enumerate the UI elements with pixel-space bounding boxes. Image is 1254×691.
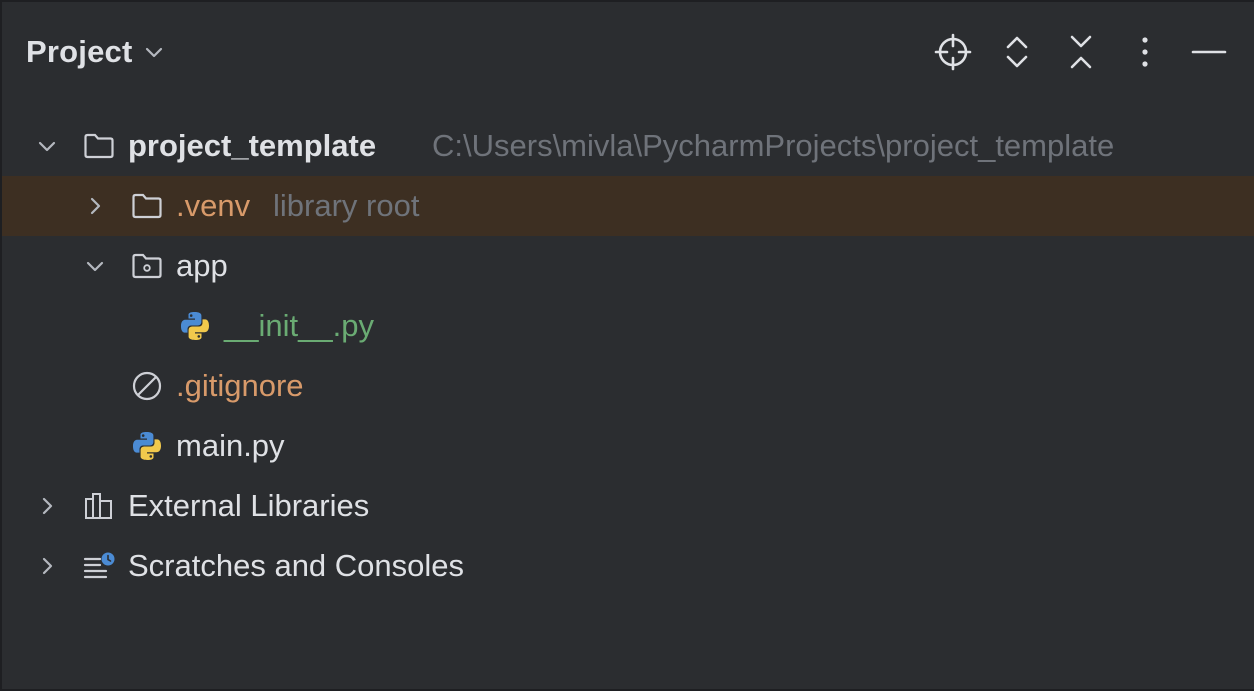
python-file-icon xyxy=(130,429,164,463)
tree-row-gitignore[interactable]: .gitignore xyxy=(2,356,1254,416)
chevron-down-icon[interactable] xyxy=(80,251,110,281)
chevron-right-icon[interactable] xyxy=(80,191,110,221)
tree-row-app[interactable]: app xyxy=(2,236,1254,296)
project-tree: project_template C:\Users\mivla\PycharmP… xyxy=(2,116,1254,596)
package-folder-icon xyxy=(130,249,164,283)
ignored-file-icon xyxy=(130,369,164,403)
panel-toolbar xyxy=(932,28,1230,76)
panel-header: Project xyxy=(2,2,1254,102)
tree-root-name: project_template xyxy=(128,128,377,163)
tree-row-scratches[interactable]: Scratches and Consoles xyxy=(2,536,1254,596)
more-options-icon[interactable] xyxy=(1124,31,1166,73)
expand-all-icon[interactable] xyxy=(996,31,1038,73)
panel-title: Project xyxy=(26,34,133,69)
tree-app-name: app xyxy=(176,248,228,283)
folder-icon xyxy=(130,189,164,223)
tree-row-main[interactable]: main.py xyxy=(2,416,1254,476)
hide-panel-icon[interactable] xyxy=(1188,31,1230,73)
collapse-all-icon[interactable] xyxy=(1060,31,1102,73)
scratches-icon xyxy=(82,549,116,583)
chevron-down-icon[interactable] xyxy=(32,131,62,161)
python-file-icon xyxy=(178,309,212,343)
tree-gitignore-name: .gitignore xyxy=(176,368,304,403)
tree-row-venv[interactable]: .venv library root xyxy=(2,176,1254,236)
locate-icon[interactable] xyxy=(932,31,974,73)
chevron-right-icon[interactable] xyxy=(32,551,62,581)
libraries-icon xyxy=(82,489,116,523)
tree-venv-hint: library root xyxy=(273,188,420,223)
project-view-selector[interactable]: Project xyxy=(26,30,165,74)
folder-icon xyxy=(82,129,116,163)
tree-main-name: main.py xyxy=(176,428,285,463)
tree-row-root[interactable]: project_template C:\Users\mivla\PycharmP… xyxy=(2,116,1254,176)
tree-scratches-name: Scratches and Consoles xyxy=(128,548,465,583)
tree-row-external-libraries[interactable]: External Libraries xyxy=(2,476,1254,536)
tree-row-init[interactable]: __init__.py xyxy=(2,296,1254,356)
chevron-down-icon xyxy=(143,41,165,63)
tree-external-libraries-name: External Libraries xyxy=(128,488,370,523)
chevron-right-icon[interactable] xyxy=(32,491,62,521)
tree-venv-name: .venv xyxy=(176,188,251,223)
project-tool-window: Project project_template C:\Users\mivla\… xyxy=(0,0,1254,691)
tree-root-path: C:\Users\mivla\PycharmProjects\project_t… xyxy=(432,128,1115,163)
tree-init-name: __init__.py xyxy=(224,308,374,343)
